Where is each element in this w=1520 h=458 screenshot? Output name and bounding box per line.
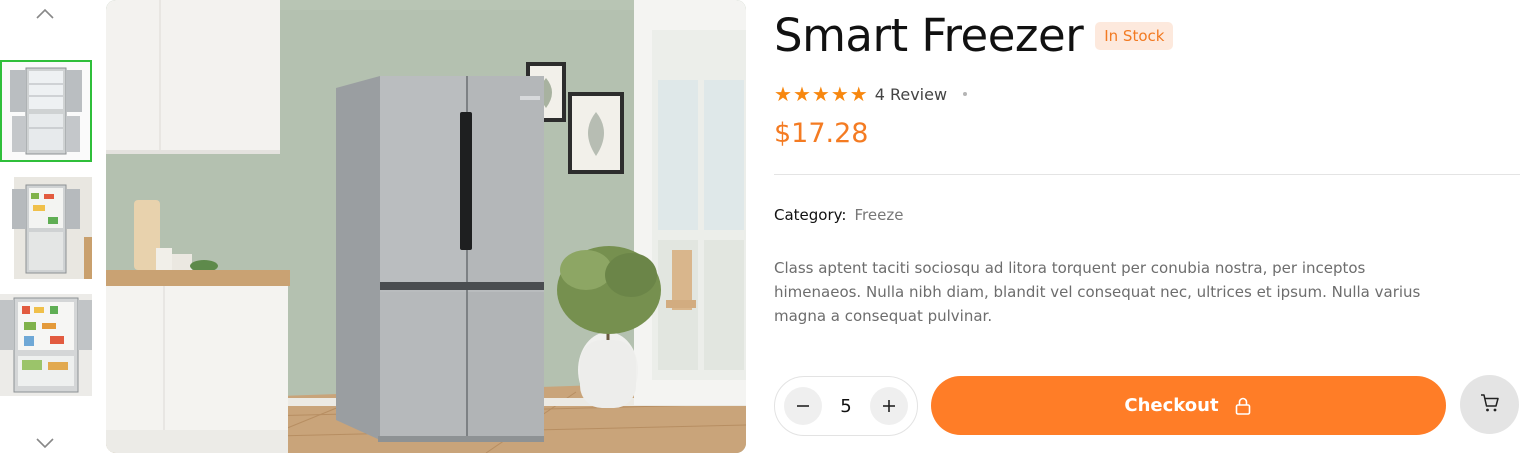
thumbnail-gallery [0, 0, 92, 458]
checkout-button[interactable]: Checkout [931, 376, 1446, 435]
main-product-image [106, 0, 746, 453]
category-label: Category: [774, 206, 847, 224]
star-icon: ★ [849, 82, 868, 106]
rating-row: ★ ★ ★ ★ ★ 4 Review [774, 83, 968, 105]
chevron-up-icon[interactable] [34, 3, 56, 25]
add-to-cart-button[interactable] [1460, 375, 1519, 434]
category-value[interactable]: Freeze [854, 206, 903, 224]
review-count-link[interactable]: 4 Review [875, 85, 947, 104]
lock-icon [1233, 396, 1253, 416]
star-icon: ★ [774, 82, 792, 106]
star-rating: ★ ★ ★ ★ ★ [774, 83, 868, 105]
thumbnail-2[interactable] [0, 177, 92, 279]
title-row: Smart Freezer In Stock [774, 8, 1174, 64]
plus-icon [882, 400, 895, 412]
star-icon: ★ [811, 82, 830, 106]
decrease-quantity-button[interactable] [784, 387, 822, 425]
product-details: Smart Freezer In Stock ★ ★ ★ ★ ★ 4 Revie… [774, 0, 1520, 458]
product-price: $17.28 [774, 118, 869, 149]
divider [774, 174, 1520, 175]
increase-quantity-button[interactable] [869, 387, 908, 425]
product-description: Class aptent taciti sociosqu ad litora t… [774, 259, 1421, 325]
product-title: Smart Freezer [774, 9, 1084, 62]
thumbnail-3[interactable] [0, 294, 92, 396]
thumbnail-1[interactable] [0, 60, 92, 162]
quantity-stepper: 5 [774, 376, 918, 436]
star-icon: ★ [792, 82, 811, 106]
cart-icon [1479, 392, 1501, 418]
star-icon: ★ [830, 82, 849, 106]
checkout-label: Checkout [1124, 395, 1219, 416]
separator-dot [963, 92, 968, 96]
minus-icon [797, 405, 809, 407]
chevron-down-icon[interactable] [34, 432, 56, 454]
category-row: Category: Freeze [774, 206, 903, 224]
stock-badge: In Stock [1095, 22, 1174, 50]
quantity-value[interactable]: 5 [840, 396, 851, 417]
